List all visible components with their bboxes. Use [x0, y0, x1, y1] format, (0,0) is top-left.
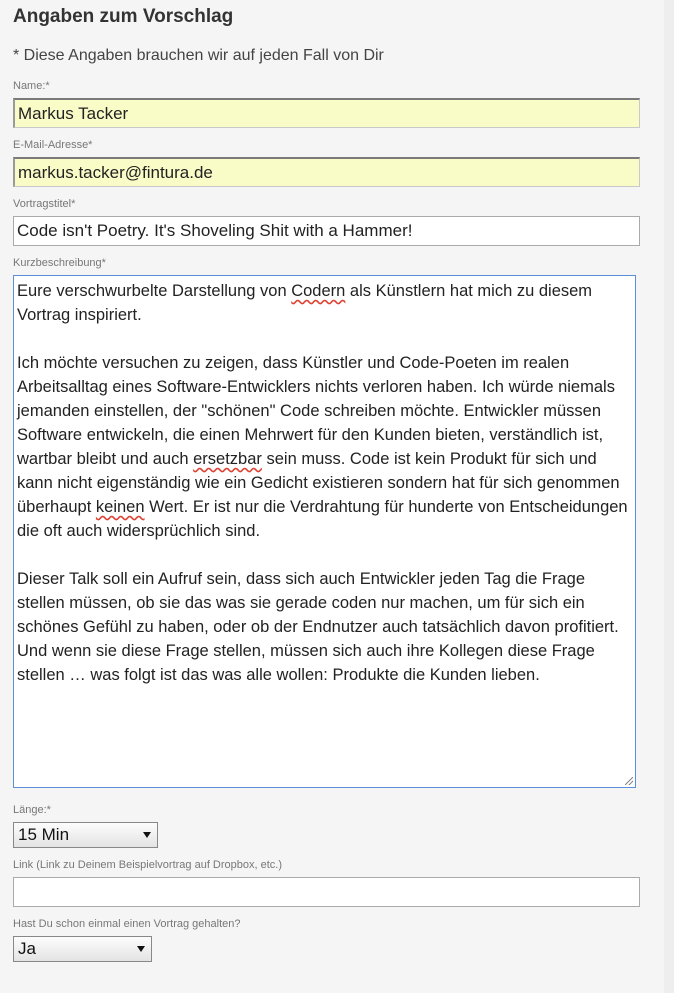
length-label: Länge:*	[13, 804, 51, 816]
experience-selected-value: Ja	[18, 939, 36, 958]
dropdown-arrow-icon	[137, 946, 145, 952]
summary-label: Kurzbeschreibung*	[13, 257, 106, 269]
email-label: E-Mail-Adresse*	[13, 139, 93, 151]
name-label: Name:*	[13, 80, 50, 92]
name-input[interactable]	[13, 98, 640, 128]
summary-misspelled-word: Codern	[291, 282, 346, 300]
required-note: * Diese Angaben brauchen wir auf jeden F…	[13, 47, 384, 64]
summary-p3: Dieser Talk soll ein Aufruf sein, dass s…	[17, 570, 624, 684]
length-selected-value: 15 Min	[18, 825, 70, 844]
summary-textarea[interactable]: Eure verschwurbelte Darstellung von Code…	[13, 275, 636, 788]
link-input[interactable]	[13, 877, 640, 907]
talk-title-label: Vortragstitel*	[13, 198, 76, 210]
section-title: Angaben zum Vorschlag	[13, 6, 234, 27]
dropdown-arrow-icon	[143, 832, 151, 838]
experience-select[interactable]: Ja	[13, 936, 152, 962]
summary-misspelled-word: keinen	[95, 498, 145, 516]
summary-misspelled-word: ersetzbar	[193, 450, 262, 468]
length-select[interactable]: 15 Min	[13, 822, 158, 848]
email-input[interactable]	[13, 157, 640, 187]
link-label: Link (Link zu Deinem Beispielvortrag auf…	[13, 859, 283, 871]
resize-handle[interactable]	[625, 777, 633, 785]
summary-p1-start: Eure verschwurbelte Darstellung von	[17, 282, 292, 300]
page-right-margin	[664, 0, 674, 993]
talk-title-input[interactable]	[13, 216, 640, 246]
experience-label: Hast Du schon einmal einen Vortrag gehal…	[13, 918, 241, 930]
